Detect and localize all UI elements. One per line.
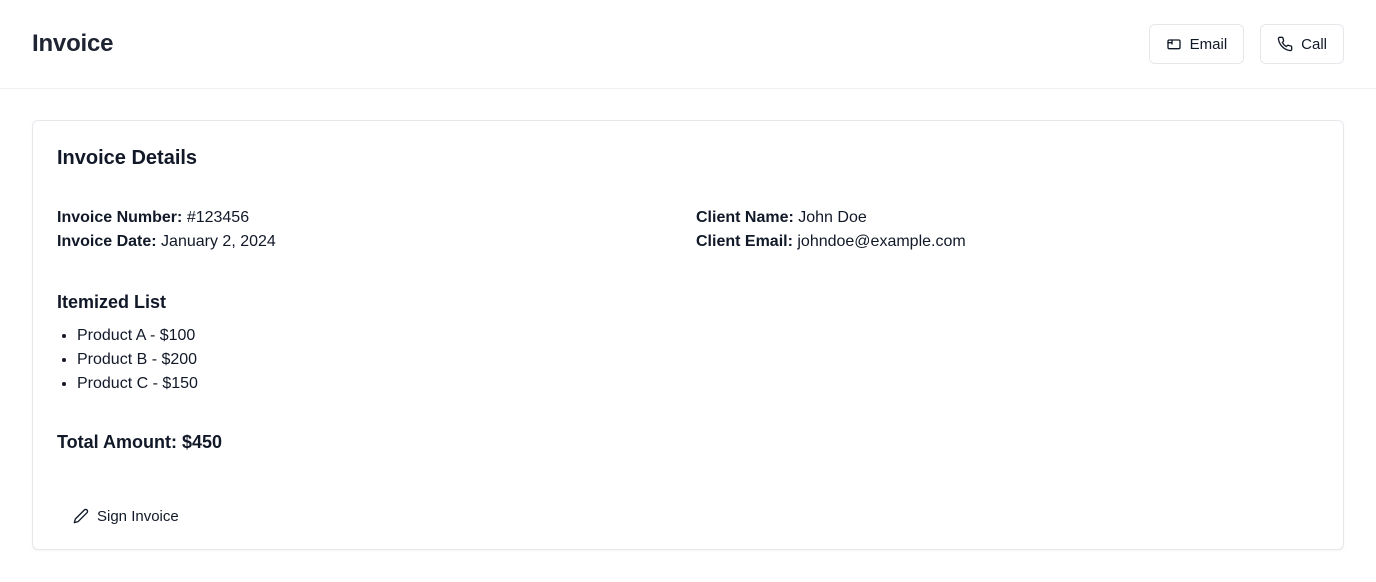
client-name-label: Client Name: xyxy=(696,209,794,226)
itemized-list-title: Itemized List xyxy=(57,292,167,312)
client-info: Client Name: John Doe Client Email: john… xyxy=(696,206,1319,254)
invoice-number-row: Invoice Number: #123456 xyxy=(57,206,696,230)
invoice-number-label: Invoice Number: xyxy=(57,209,183,226)
invoice-info: Invoice Number: #123456 Invoice Date: Ja… xyxy=(57,206,696,254)
call-button[interactable]: Call xyxy=(1260,24,1344,64)
header-actions: Email Call xyxy=(1148,24,1344,64)
call-button-label: Call xyxy=(1301,35,1327,53)
sign-invoice-label: Sign Invoice xyxy=(97,507,179,525)
email-button-label: Email xyxy=(1189,35,1228,53)
list-item: Product A - $100 xyxy=(77,324,1319,348)
client-email-value: johndoe@example.com xyxy=(797,233,966,250)
client-name-row: Client Name: John Doe xyxy=(696,206,1319,230)
invoice-date-value: January 2, 2024 xyxy=(161,233,276,250)
invoice-details-grid: Invoice Number: #123456 Invoice Date: Ja… xyxy=(57,206,1319,254)
email-card-icon xyxy=(1166,36,1182,52)
itemized-list: Product A - $100 Product B - $200 Produc… xyxy=(57,324,1319,396)
email-button[interactable]: Email xyxy=(1148,24,1245,64)
client-email-row: Client Email: johndoe@example.com xyxy=(696,230,1319,254)
total-amount: Total Amount: $450 xyxy=(57,432,223,452)
client-email-label: Client Email: xyxy=(696,233,793,250)
card-title: Invoice Details xyxy=(57,147,198,169)
phone-icon xyxy=(1277,36,1293,52)
invoice-date-label: Invoice Date: xyxy=(57,233,157,250)
client-name-value: John Doe xyxy=(798,209,867,226)
main-content: Invoice Details Invoice Number: #123456 … xyxy=(0,89,1376,550)
invoice-date-row: Invoice Date: January 2, 2024 xyxy=(57,230,696,254)
pencil-icon xyxy=(73,508,89,524)
page-header: Invoice Email Call xyxy=(0,0,1376,89)
list-item: Product B - $200 xyxy=(77,348,1319,372)
page-title: Invoice xyxy=(32,30,114,57)
sign-invoice-button[interactable]: Sign Invoice xyxy=(57,496,195,536)
invoice-number-value: #123456 xyxy=(186,209,250,226)
invoice-details-card: Invoice Details Invoice Number: #123456 … xyxy=(32,120,1344,550)
list-item: Product C - $150 xyxy=(77,372,1319,396)
